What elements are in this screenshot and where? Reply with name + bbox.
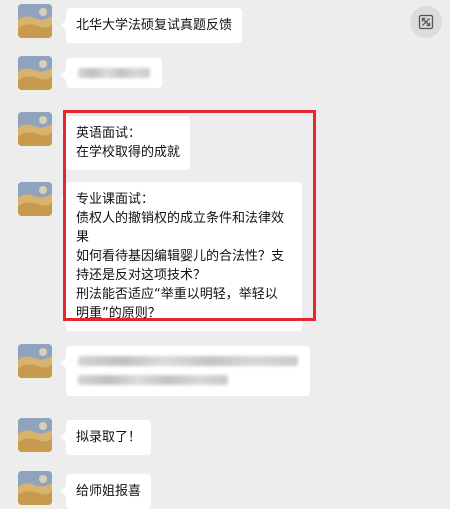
avatar[interactable]	[18, 112, 52, 146]
message-text: 英语面试：	[76, 126, 142, 141]
avatar[interactable]	[18, 418, 52, 452]
redacted-text	[78, 356, 298, 366]
avatar-image	[18, 182, 52, 216]
message-text: 持还是反对这项技术？	[76, 268, 207, 283]
message-text: 明重”的原则？	[76, 306, 161, 321]
message-text: 刑法能否适应“举重以明轻，举轻以	[76, 287, 278, 302]
message-bubble[interactable]: 专业课面试： 债权人的撤销权的成立条件和法律效 果 如何看待基因编辑婴儿的合法性…	[61, 182, 302, 331]
expand-button[interactable]	[410, 6, 442, 38]
message-text: 给师姐报喜	[76, 484, 142, 499]
redacted-text	[78, 375, 228, 385]
message-text: 北华大学法硕复试真题反馈	[76, 18, 233, 33]
avatar-image	[18, 112, 52, 146]
message-text: 拟录取了！	[76, 430, 142, 445]
avatar-image	[18, 4, 52, 38]
message-text: 果	[76, 230, 90, 245]
message-text: 债权人的撤销权的成立条件和法律效	[76, 211, 285, 226]
message-text: 如何看待基因编辑婴儿的合法性？支	[76, 249, 285, 264]
avatar[interactable]	[18, 56, 52, 90]
avatar[interactable]	[18, 344, 52, 378]
message-bubble[interactable]: 给师姐报喜	[60, 474, 152, 509]
avatar-image	[18, 471, 52, 505]
message-bubble-redacted[interactable]	[61, 346, 310, 396]
redacted-text	[78, 68, 150, 78]
avatar-image	[18, 344, 52, 378]
avatar[interactable]	[18, 471, 52, 505]
message-bubble-redacted[interactable]	[61, 58, 162, 88]
message-bubble[interactable]: 拟录取了！	[60, 420, 152, 455]
avatar-image	[18, 418, 52, 452]
avatar-image	[18, 56, 52, 90]
message-text: 在学校取得的成就	[76, 145, 181, 160]
message-bubble[interactable]: 英语面试： 在学校取得的成就	[60, 116, 191, 170]
avatar[interactable]	[18, 182, 52, 216]
message-bubble[interactable]: 北华大学法硕复试真题反馈	[60, 8, 243, 43]
expand-icon	[418, 14, 434, 30]
avatar[interactable]	[18, 4, 52, 38]
message-text: 专业课面试：	[76, 192, 155, 207]
